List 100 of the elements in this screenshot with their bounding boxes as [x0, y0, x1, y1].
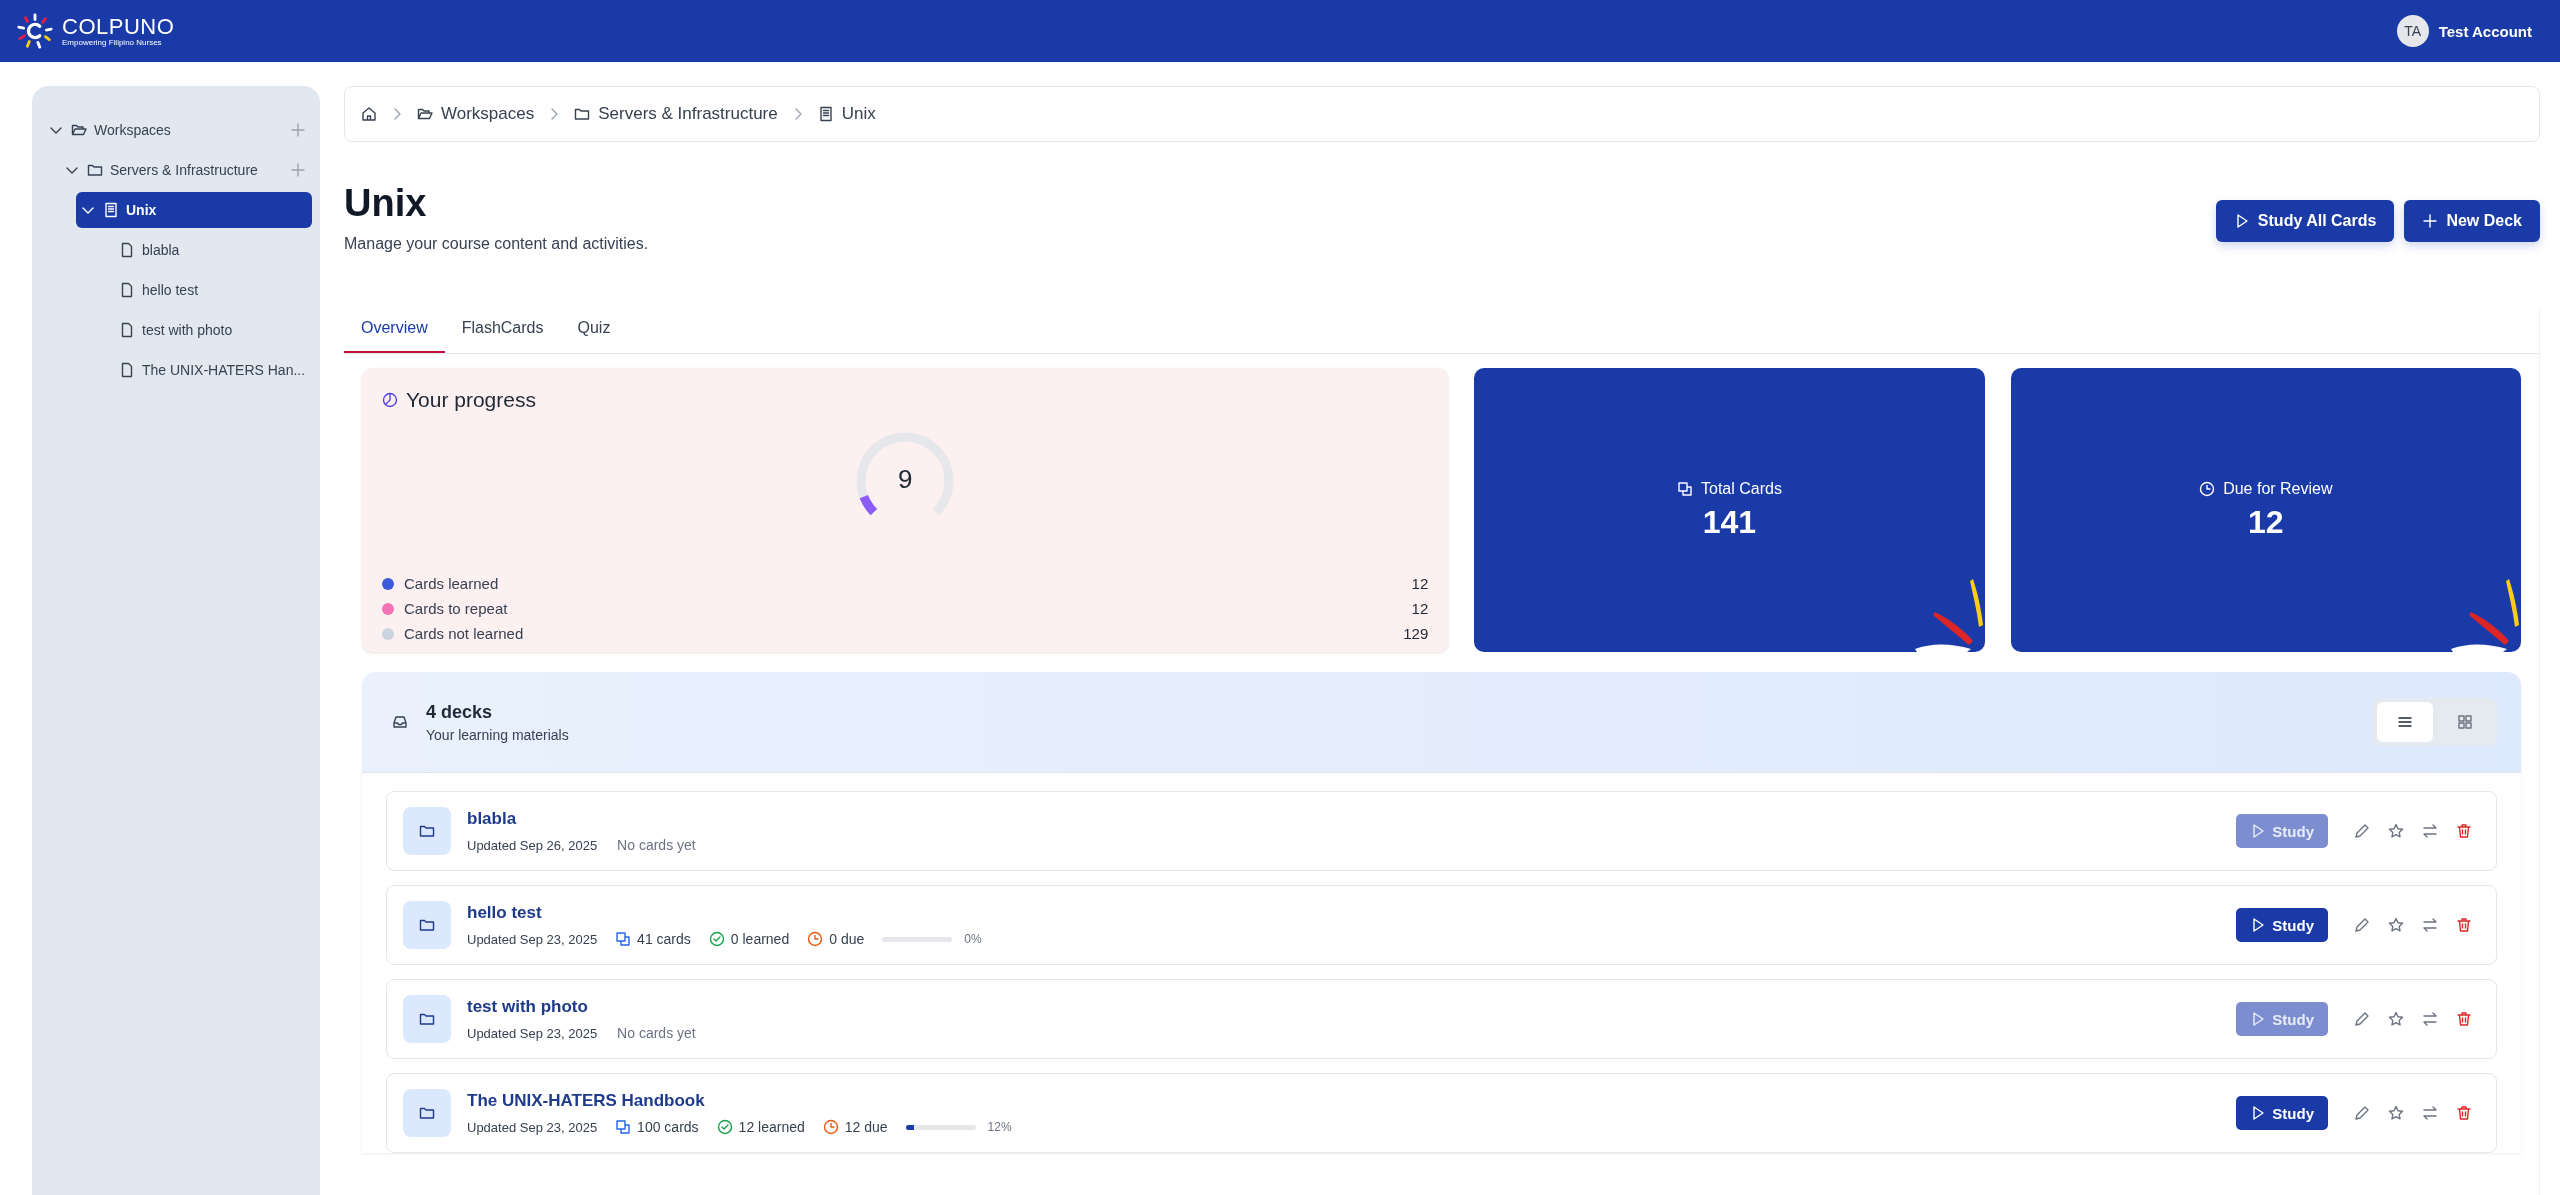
stat-label: Due for Review	[2223, 479, 2333, 498]
delete-icon[interactable]	[2456, 1105, 2472, 1121]
tree-item[interactable]: hello test	[92, 272, 312, 308]
logo-icon	[16, 12, 54, 50]
delete-icon[interactable]	[2456, 917, 2472, 933]
tree-item[interactable]: Unix	[76, 192, 312, 228]
due-count: 0 due	[829, 931, 865, 947]
clock-icon	[822, 1119, 839, 1135]
deck-folder-icon	[403, 1089, 451, 1137]
legend-count: 129	[1403, 625, 1429, 642]
progress-percent: 0%	[964, 932, 982, 946]
account-name[interactable]: Test Account	[2438, 22, 2532, 40]
edit-icon[interactable]	[2354, 823, 2370, 839]
delete-icon[interactable]	[2456, 823, 2472, 839]
learned-count: 0 learned	[730, 931, 790, 947]
edit-icon[interactable]	[2354, 917, 2370, 933]
updated-date: Updated Sep 23, 2025	[467, 1119, 598, 1135]
tree-item[interactable]: The UNIX-HATERS Han...	[92, 352, 312, 388]
tab[interactable]: FlashCards	[444, 309, 561, 353]
decks-count: 4 decks	[426, 701, 494, 723]
clock-icon	[807, 931, 824, 947]
updated-date: Updated Sep 26, 2025	[467, 837, 598, 853]
breadcrumb-link[interactable]: Servers & Infrastructure	[574, 104, 778, 124]
star-icon[interactable]	[2388, 917, 2404, 933]
delete-icon[interactable]	[2456, 1011, 2472, 1027]
decks-subtitle: Your learning materials	[426, 726, 570, 743]
deck-row[interactable]: hello test Updated Sep 23, 2025 41 cards 0 learned 0 due 0% Study	[386, 885, 2497, 965]
cards-icon	[615, 1119, 632, 1135]
page-title: Unix	[344, 182, 428, 225]
legend-label: Cards to repeat	[404, 600, 509, 617]
deck-row[interactable]: The UNIX-HATERS Handbook Updated Sep 23, 2025 100 cards 12 learned 12 due 12% Study	[386, 1073, 2497, 1153]
clock-icon	[2199, 480, 2216, 497]
deck-folder-icon	[403, 901, 451, 949]
tree-item[interactable]: blabla	[92, 232, 312, 268]
learned-count: 12 learned	[738, 1119, 805, 1135]
new-deck-button[interactable]: New Deck	[2404, 200, 2540, 242]
check-circle-icon	[716, 1119, 733, 1135]
empty-note: No cards yet	[617, 837, 696, 853]
list-view-button[interactable]	[2377, 702, 2433, 742]
move-icon[interactable]	[2422, 917, 2438, 933]
deck-name[interactable]: The UNIX-HATERS Handbook	[467, 1091, 2221, 1111]
home-icon[interactable]	[361, 106, 377, 122]
gauge-value: 9	[896, 464, 914, 495]
star-icon[interactable]	[2388, 1105, 2404, 1121]
book-icon	[103, 202, 119, 218]
empty-note: No cards yet	[617, 1025, 696, 1041]
list-icon	[2397, 714, 2413, 730]
progress-percent: 12%	[987, 1120, 1012, 1134]
grid-icon	[2457, 714, 2473, 730]
legend-label: Cards not learned	[404, 625, 525, 642]
tree-item[interactable]: test with photo	[92, 312, 312, 348]
cards-icon	[615, 931, 632, 947]
folder-icon	[71, 122, 87, 138]
legend-count: 12	[1411, 575, 1429, 592]
updated-date: Updated Sep 23, 2025	[467, 931, 598, 947]
stat-label: Total Cards	[1701, 479, 1782, 498]
tab[interactable]: Quiz	[560, 309, 628, 353]
stat-value: 12	[2248, 503, 2284, 541]
account-avatar[interactable]: TA	[2396, 15, 2429, 47]
file-icon	[119, 242, 135, 258]
cards-icon	[1677, 480, 1693, 497]
move-icon[interactable]	[2422, 823, 2438, 839]
study-button[interactable]: Study	[2236, 908, 2328, 942]
move-icon[interactable]	[2422, 1105, 2438, 1121]
card-count: 41 cards	[637, 931, 691, 947]
updated-date: Updated Sep 23, 2025	[467, 1025, 598, 1041]
brand-name: COLPUNO	[62, 14, 175, 39]
due-count: 12 due	[844, 1119, 888, 1135]
file-icon	[119, 282, 135, 298]
page-subtitle: Manage your course content and activities.	[344, 235, 649, 253]
deck-folder-icon	[403, 807, 451, 855]
star-icon[interactable]	[2388, 823, 2404, 839]
star-icon[interactable]	[2388, 1011, 2404, 1027]
book-icon	[817, 106, 834, 122]
tree-item[interactable]: Servers & Infrastructure	[60, 152, 312, 188]
card-count: 100 cards	[637, 1119, 699, 1135]
study-button[interactable]: Study	[2236, 1096, 2328, 1130]
deck-folder-icon	[403, 995, 451, 1043]
pie-chart-icon	[382, 392, 398, 408]
legend-count: 12	[1411, 600, 1429, 617]
file-icon	[119, 362, 135, 378]
move-icon[interactable]	[2422, 1011, 2438, 1027]
folder-icon	[417, 106, 433, 122]
check-circle-icon	[708, 931, 725, 947]
brand-tagline: Empowering Filipino Nurses	[62, 38, 163, 48]
breadcrumb-link[interactable]: Unix	[817, 104, 876, 124]
file-icon	[119, 322, 135, 338]
breadcrumb-link[interactable]: Workspaces	[417, 104, 535, 124]
progress-title: Your progress	[406, 388, 536, 412]
edit-icon[interactable]	[2354, 1105, 2370, 1121]
progress-track	[882, 936, 953, 942]
folder-icon	[574, 106, 591, 122]
inbox-icon	[392, 714, 408, 730]
deck-name[interactable]: hello test	[467, 903, 2221, 923]
edit-icon[interactable]	[2354, 1011, 2370, 1027]
study-all-button[interactable]: Study All Cards	[2215, 200, 2395, 242]
tree-item[interactable]: Workspaces	[44, 112, 312, 148]
tab[interactable]: Overview	[344, 309, 445, 353]
stat-value: 141	[1702, 503, 1757, 541]
plus-icon	[2422, 213, 2439, 229]
